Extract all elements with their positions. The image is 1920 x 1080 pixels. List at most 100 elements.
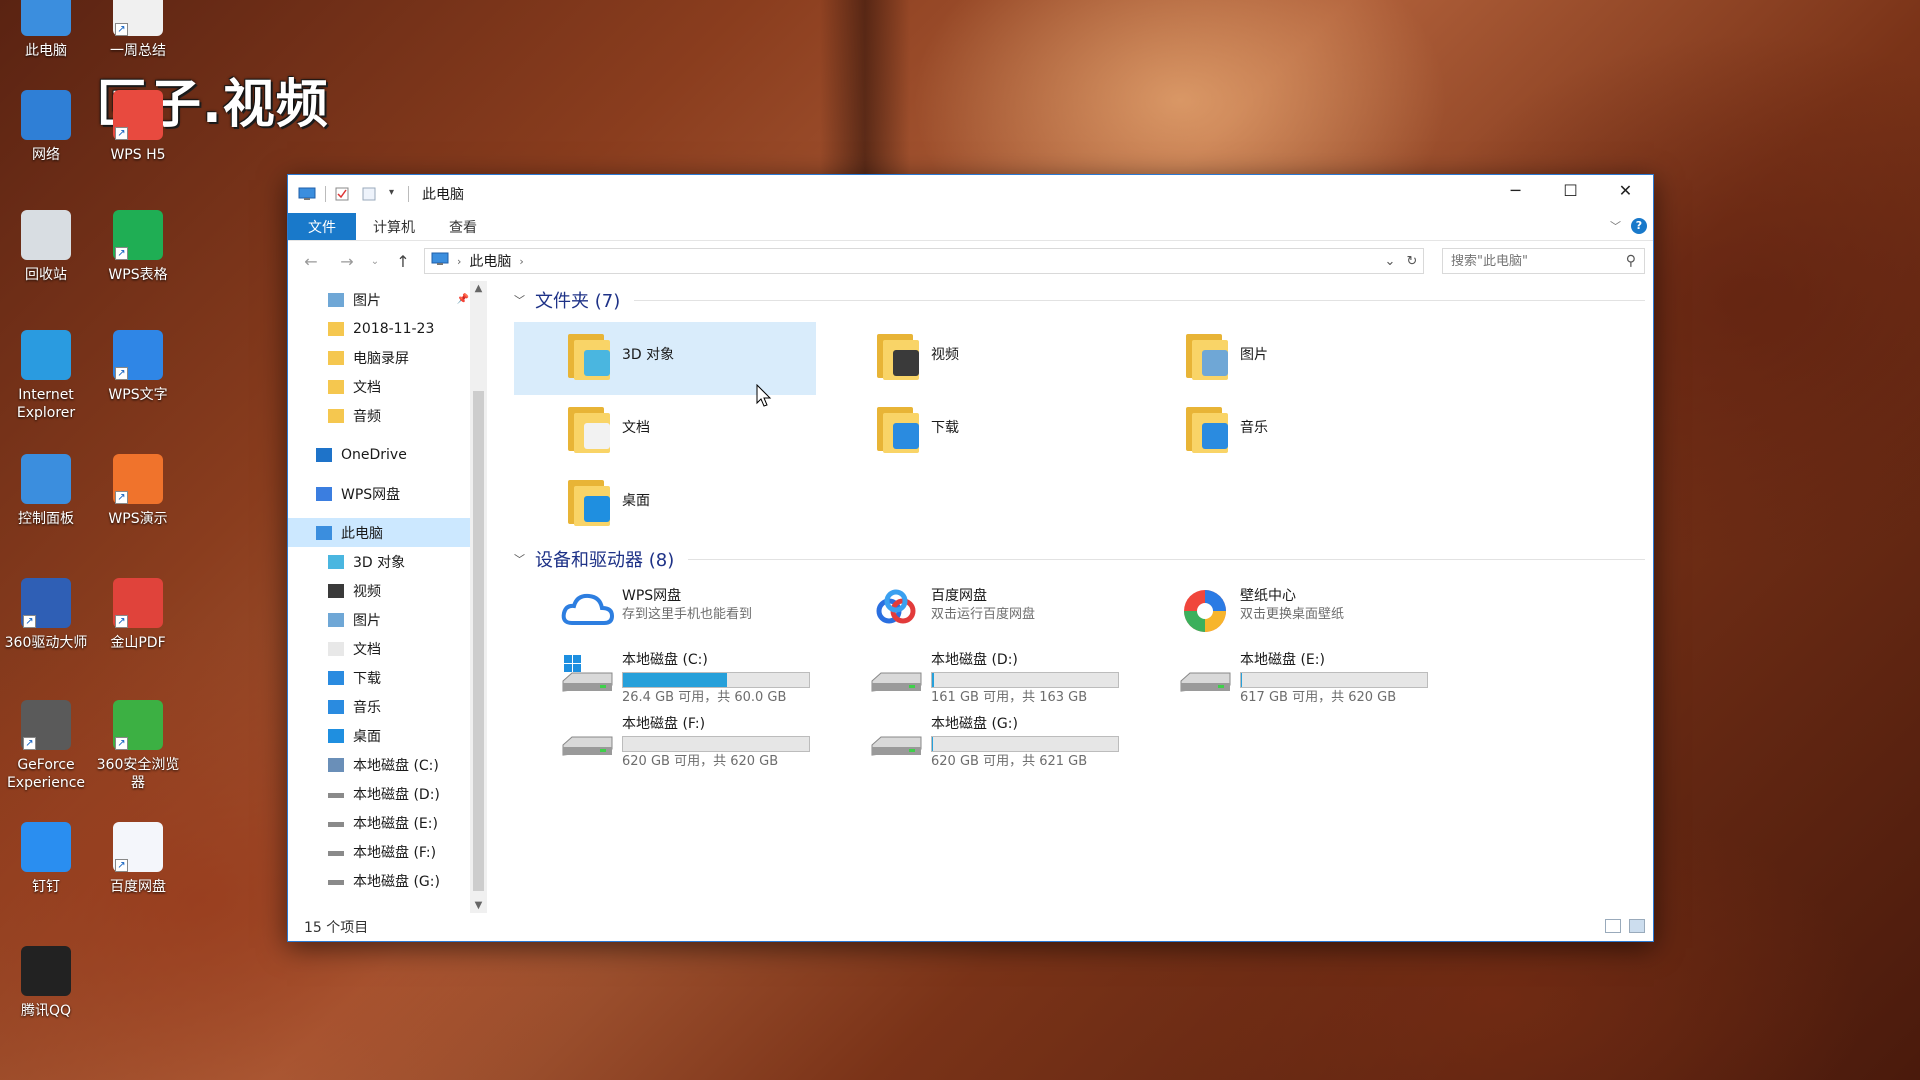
up-arrow-icon[interactable]: ↑: [388, 252, 418, 271]
desktop-shortcut[interactable]: 钉钉: [0, 822, 92, 896]
folder-tile[interactable]: 音乐: [1132, 395, 1434, 468]
desktop-shortcut[interactable]: 网络: [0, 90, 92, 164]
desktop-shortcut-label: 网络: [32, 147, 60, 163]
customize-toolbar-icon[interactable]: ▾: [389, 187, 399, 201]
nav-item[interactable]: 图片 📌: [288, 285, 475, 314]
capacity-bar: [622, 672, 810, 688]
nav-item[interactable]: 本地磁盘 (G:): [288, 866, 475, 895]
address-input[interactable]: › 此电脑 › ⌄ ↻: [424, 248, 1424, 274]
minimize-button[interactable]: ─: [1488, 175, 1543, 205]
desktop-shortcut[interactable]: ↗ WPS表格: [92, 210, 184, 284]
drive-tile[interactable]: 本地磁盘 (F:) 620 GB 可用，共 620 GB: [514, 709, 823, 773]
desktop-shortcut[interactable]: ↗ 360驱动大师: [0, 578, 92, 652]
back-arrow-icon[interactable]: ←: [296, 252, 326, 271]
nav-item[interactable]: 音频: [288, 401, 475, 430]
folder-tile[interactable]: 下载: [823, 395, 1125, 468]
folder-tile[interactable]: 桌面: [514, 468, 816, 541]
folders-section-header[interactable]: ﹀ 文件夹 (7): [514, 285, 1653, 315]
nav-item-label: 电脑录屏: [353, 350, 409, 367]
address-dropdown-icon[interactable]: ⌄: [1379, 254, 1401, 269]
nav-item[interactable]: 本地磁盘 (D:): [288, 779, 475, 808]
drive-tile[interactable]: 本地磁盘 (E:) 617 GB 可用，共 620 GB: [1132, 645, 1441, 709]
title-bar[interactable]: ▾ 此电脑 ─ ☐ ✕: [288, 175, 1653, 213]
nav-item[interactable]: 2018-11-23: [288, 314, 475, 343]
drive-tile[interactable]: 本地磁盘 (D:) 161 GB 可用，共 163 GB: [823, 645, 1132, 709]
desktop-shortcut[interactable]: ↗ 一周总结: [92, 0, 184, 60]
360-browser-icon: ↗: [113, 700, 163, 750]
help-icon[interactable]: ?: [1631, 218, 1647, 234]
drive-tile[interactable]: WPS网盘 存到这里手机也能看到: [514, 581, 823, 645]
search-input[interactable]: [1451, 253, 1611, 269]
scroll-thumb[interactable]: [473, 391, 484, 891]
nav-item[interactable]: 音乐: [288, 692, 475, 721]
properties-icon[interactable]: [335, 187, 353, 201]
drive-tile[interactable]: 本地磁盘 (C:) 26.4 GB 可用，共 60.0 GB: [514, 645, 823, 709]
chevron-right-icon[interactable]: ›: [457, 255, 461, 268]
search-box[interactable]: ⚲: [1442, 248, 1645, 274]
wps-writer-icon: ↗: [113, 330, 163, 380]
nav-item[interactable]: WPS网盘: [288, 479, 475, 508]
desktop-shortcut[interactable]: 此电脑: [0, 0, 92, 60]
desktop-shortcut[interactable]: ↗ 360安全浏览器: [92, 700, 184, 792]
drive-tile[interactable]: 壁纸中心 双击更换桌面壁纸: [1132, 581, 1441, 645]
nav-item[interactable]: 视频: [288, 576, 475, 605]
nav-item[interactable]: 电脑录屏: [288, 343, 475, 372]
folder-tile[interactable]: 视频: [823, 322, 1125, 395]
refresh-icon[interactable]: ↻: [1401, 254, 1423, 269]
nav-item[interactable]: 本地磁盘 (E:): [288, 808, 475, 837]
wps-spreadsheet-icon: ↗: [113, 210, 163, 260]
nav-item[interactable]: 此电脑: [288, 518, 475, 547]
desktop-shortcut[interactable]: ↗ WPS文字: [92, 330, 184, 404]
breadcrumb[interactable]: 此电脑: [469, 251, 511, 271]
tab-file[interactable]: 文件: [288, 213, 356, 240]
new-folder-icon[interactable]: [362, 187, 380, 201]
nav-item[interactable]: OneDrive: [288, 440, 475, 469]
expand-ribbon-icon[interactable]: ﹀: [1610, 218, 1621, 234]
desktop-shortcut[interactable]: ↗ WPS演示: [92, 454, 184, 528]
file-explorer-window[interactable]: ▾ 此电脑 ─ ☐ ✕ 文件 计算机 查看 ﹀ ? ← → ⌄ ↑ › 此电脑 …: [287, 174, 1654, 942]
pin-icon[interactable]: 📌: [457, 294, 469, 305]
desktop-shortcut[interactable]: ↗ GeForce Experience: [0, 700, 92, 792]
nav-item[interactable]: 本地磁盘 (C:): [288, 750, 475, 779]
drive-tile[interactable]: 本地磁盘 (G:) 620 GB 可用，共 621 GB: [823, 709, 1132, 773]
nav-item[interactable]: 下载: [288, 663, 475, 692]
chevron-down-icon[interactable]: ﹀: [514, 292, 525, 308]
desktop-shortcut[interactable]: Internet Explorer: [0, 330, 92, 422]
desktop-shortcut[interactable]: 回收站: [0, 210, 92, 284]
geforce-icon: ↗: [21, 700, 71, 750]
maximize-button[interactable]: ☐: [1543, 175, 1598, 205]
forward-arrow-icon[interactable]: →: [332, 252, 362, 271]
recent-locations-icon[interactable]: ⌄: [368, 256, 382, 267]
desktop-shortcut[interactable]: ↗ 百度网盘: [92, 822, 184, 896]
pictures-icon: [328, 292, 344, 307]
scrollbar[interactable]: ▲ ▼: [470, 281, 487, 913]
search-icon[interactable]: ⚲: [1626, 253, 1636, 269]
desktop-shortcut[interactable]: 腾讯QQ: [0, 946, 92, 1020]
drive-tile[interactable]: 百度网盘 双击运行百度网盘: [823, 581, 1132, 645]
folder-tile[interactable]: 图片: [1132, 322, 1434, 395]
details-view-icon[interactable]: [1605, 919, 1621, 933]
drive-name: 本地磁盘 (G:): [931, 716, 1018, 732]
nav-item[interactable]: 本地磁盘 (F:): [288, 837, 475, 866]
scroll-down-icon[interactable]: ▼: [470, 900, 487, 911]
nav-item[interactable]: 桌面: [288, 721, 475, 750]
drives-header-label: 设备和驱动器 (8): [535, 550, 675, 571]
capacity-bar: [1240, 672, 1428, 688]
chevron-right-icon[interactable]: ›: [519, 255, 523, 268]
chevron-down-icon[interactable]: ﹀: [514, 551, 525, 567]
nav-item[interactable]: 图片: [288, 605, 475, 634]
desktop-shortcut[interactable]: ↗ 金山PDF: [92, 578, 184, 652]
tab-view[interactable]: 查看: [432, 213, 494, 240]
large-icons-view-icon[interactable]: [1629, 919, 1645, 933]
documents-icon: [568, 401, 610, 453]
desktop-shortcut-label: GeForce Experience: [6, 757, 86, 791]
nav-item[interactable]: 3D 对象: [288, 547, 475, 576]
close-button[interactable]: ✕: [1598, 175, 1653, 205]
scroll-up-icon[interactable]: ▲: [470, 283, 487, 294]
nav-item[interactable]: 文档: [288, 372, 475, 401]
nav-item[interactable]: 文档: [288, 634, 475, 663]
desktop-shortcut[interactable]: 控制面板: [0, 454, 92, 528]
drives-section-header[interactable]: ﹀ 设备和驱动器 (8): [514, 544, 1653, 574]
desktop-shortcut[interactable]: ↗ WPS H5: [92, 90, 184, 164]
tab-computer[interactable]: 计算机: [356, 213, 432, 240]
